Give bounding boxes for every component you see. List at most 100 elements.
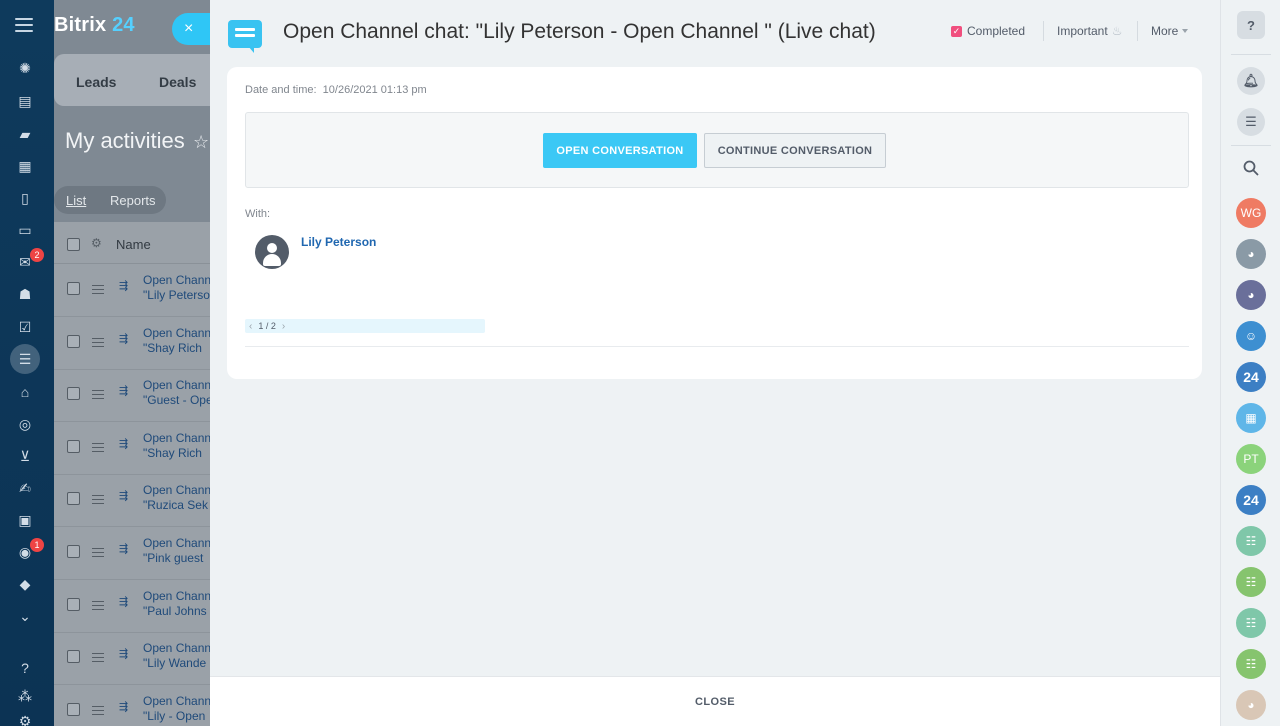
row-subtitle[interactable]: "Lily Peterson [143,288,210,302]
settings-icon[interactable]: ⚙ [16,712,34,726]
group-icon[interactable]: ☷ [1236,526,1266,556]
more-menu-button[interactable]: More [1151,24,1189,38]
chat-icon[interactable]: ▰ [16,125,34,143]
drive-icon[interactable]: ▭ [16,221,34,239]
box-icon[interactable]: ◆ [16,575,34,593]
row-title[interactable]: Open Channel chat: [143,536,210,550]
row-subtitle[interactable]: "Guest - Open [143,393,210,407]
row-title[interactable]: Open Channel chat: [143,641,210,655]
drag-handle-icon[interactable] [92,600,104,613]
row-checkbox[interactable] [67,702,80,716]
calendar-icon[interactable]: ▦ [16,157,34,175]
sign-icon[interactable]: ✍ [16,479,34,497]
avatar-photo[interactable]: ◕ [1236,239,1266,269]
close-button[interactable]: CLOSE [695,696,735,708]
messages-icon[interactable]: ☰ [1237,108,1265,136]
view-list[interactable]: List [66,193,86,208]
close-slider-button[interactable]: × [172,13,210,45]
row-subtitle[interactable]: "Shay Rich [143,341,202,355]
menu-icon[interactable] [15,18,33,32]
tasks-icon[interactable]: ▤ [16,92,34,110]
row-subtitle[interactable]: "Paul Johns [143,604,207,618]
row-checkbox[interactable] [67,650,80,664]
crm-funnel-icon[interactable]: ☰ [16,350,34,368]
bell-icon[interactable]: 🔔︎ [1237,67,1265,95]
row-title[interactable]: Open Channel chat: [143,694,210,708]
target-icon[interactable]: ◎ [16,415,34,433]
table-row[interactable]: ⇶ Open Channel chat:"Pink guest [54,527,210,580]
group-icon[interactable]: ☷ [1236,649,1266,679]
help-button[interactable]: ? [1237,11,1265,39]
drag-handle-icon[interactable] [92,548,104,560]
important-toggle[interactable]: Important ♨ [1057,24,1122,38]
drag-handle-icon[interactable] [92,337,104,350]
table-row[interactable]: ⇶ Open Channel chat:"Lily - Open [54,685,210,726]
row-subtitle[interactable]: "Ruzica Sek [143,498,208,512]
table-row[interactable]: ⇶ Open Channel chat:"Shay Rich [54,422,210,475]
row-checkbox[interactable] [67,545,80,558]
table-row[interactable]: ⇶ Open Channel chat:"Lily Wande [54,632,210,686]
table-row[interactable]: ⇶ Open Channel chat:"Guest - Open [54,369,210,423]
group-icon[interactable]: ☷ [1236,608,1266,638]
drag-handle-icon[interactable] [92,705,104,718]
row-subtitle[interactable]: "Shay Rich [143,446,202,460]
drag-handle-icon[interactable] [92,653,104,665]
drag-handle-icon[interactable] [92,495,104,507]
row-title[interactable]: Open Channel chat: [143,273,210,287]
bank-icon[interactable]: ⌂ [16,383,34,401]
id-card-icon[interactable]: ▣ [16,511,34,529]
row-subtitle[interactable]: "Pink guest [143,551,203,565]
row-checkbox[interactable] [67,282,80,295]
help-icon[interactable]: ? [16,659,34,677]
bitrix24-icon[interactable]: 24 [1236,362,1266,392]
table-row[interactable]: ⇶ Open Channel chat:"Paul Johns [54,580,210,633]
tab-deals[interactable]: Deals [159,74,196,90]
row-checkbox[interactable] [67,439,80,453]
view-reports[interactable]: Reports [110,193,156,208]
sitemap-icon[interactable]: ⁂ [16,687,34,705]
checklist-icon[interactable]: ☑ [16,318,34,336]
avatar-pt[interactable]: PT [1236,444,1266,474]
row-subtitle[interactable]: "Lily Wande [143,656,206,670]
chevron-left-icon[interactable]: ‹ [249,321,252,332]
checkbox-checked-icon[interactable]: ✓ [951,25,962,37]
row-checkbox[interactable] [67,597,80,611]
search-icon[interactable] [1243,160,1259,176]
row-checkbox[interactable] [67,334,80,348]
document-icon[interactable]: ▯ [16,189,34,207]
gear-icon[interactable]: ⚙ [91,236,102,250]
table-row[interactable]: ⇶ Open Channel chat:"Lily Peterson [54,264,210,317]
row-subtitle[interactable]: "Lily - Open [143,709,205,723]
table-row[interactable]: ⇶ Open Channel chat:"Ruzica Sek [54,474,210,528]
star-icon[interactable]: ☆ [193,132,209,153]
continue-conversation-button[interactable]: CONTINUE CONVERSATION [704,133,886,168]
chevron-right-icon[interactable]: › [282,321,285,332]
row-title[interactable]: Open Channel chat: [143,589,210,603]
user-avatar-icon[interactable] [255,235,289,269]
contacts-icon[interactable]: ☗ [16,285,34,303]
avatar-photo[interactable]: ◕ [1236,690,1266,720]
chevron-down-icon[interactable]: ⌄ [16,607,34,625]
bitrix24-icon[interactable]: 24 [1236,485,1266,515]
avatar-photo[interactable]: ◕ [1236,280,1266,310]
open-conversation-button[interactable]: OPEN CONVERSATION [543,133,697,168]
row-title[interactable]: Open Channel chat: [143,378,210,392]
tab-leads[interactable]: Leads [76,74,116,90]
group-chat-icon[interactable]: ☺ [1236,321,1266,351]
calendar-icon[interactable]: ▦ [1236,403,1266,433]
drag-handle-icon[interactable] [92,390,104,402]
table-row[interactable]: ⇶ Open Channel chat:"Shay Rich [54,317,210,370]
row-title[interactable]: Open Channel chat: [143,431,210,445]
group-icon[interactable]: ☷ [1236,567,1266,597]
row-checkbox[interactable] [67,492,80,506]
row-title[interactable]: Open Channel chat: [143,483,210,497]
row-checkbox[interactable] [67,387,80,401]
row-title[interactable]: Open Channel chat: [143,326,210,340]
drag-handle-icon[interactable] [92,285,104,297]
cart-icon[interactable]: ⊻ [16,447,34,465]
select-all-checkbox[interactable] [67,238,80,251]
feed-icon[interactable]: ✺ [16,59,34,77]
completed-toggle[interactable]: ✓ Completed [951,24,1025,38]
avatar-wg[interactable]: WG [1236,198,1266,228]
drag-handle-icon[interactable] [92,442,104,455]
